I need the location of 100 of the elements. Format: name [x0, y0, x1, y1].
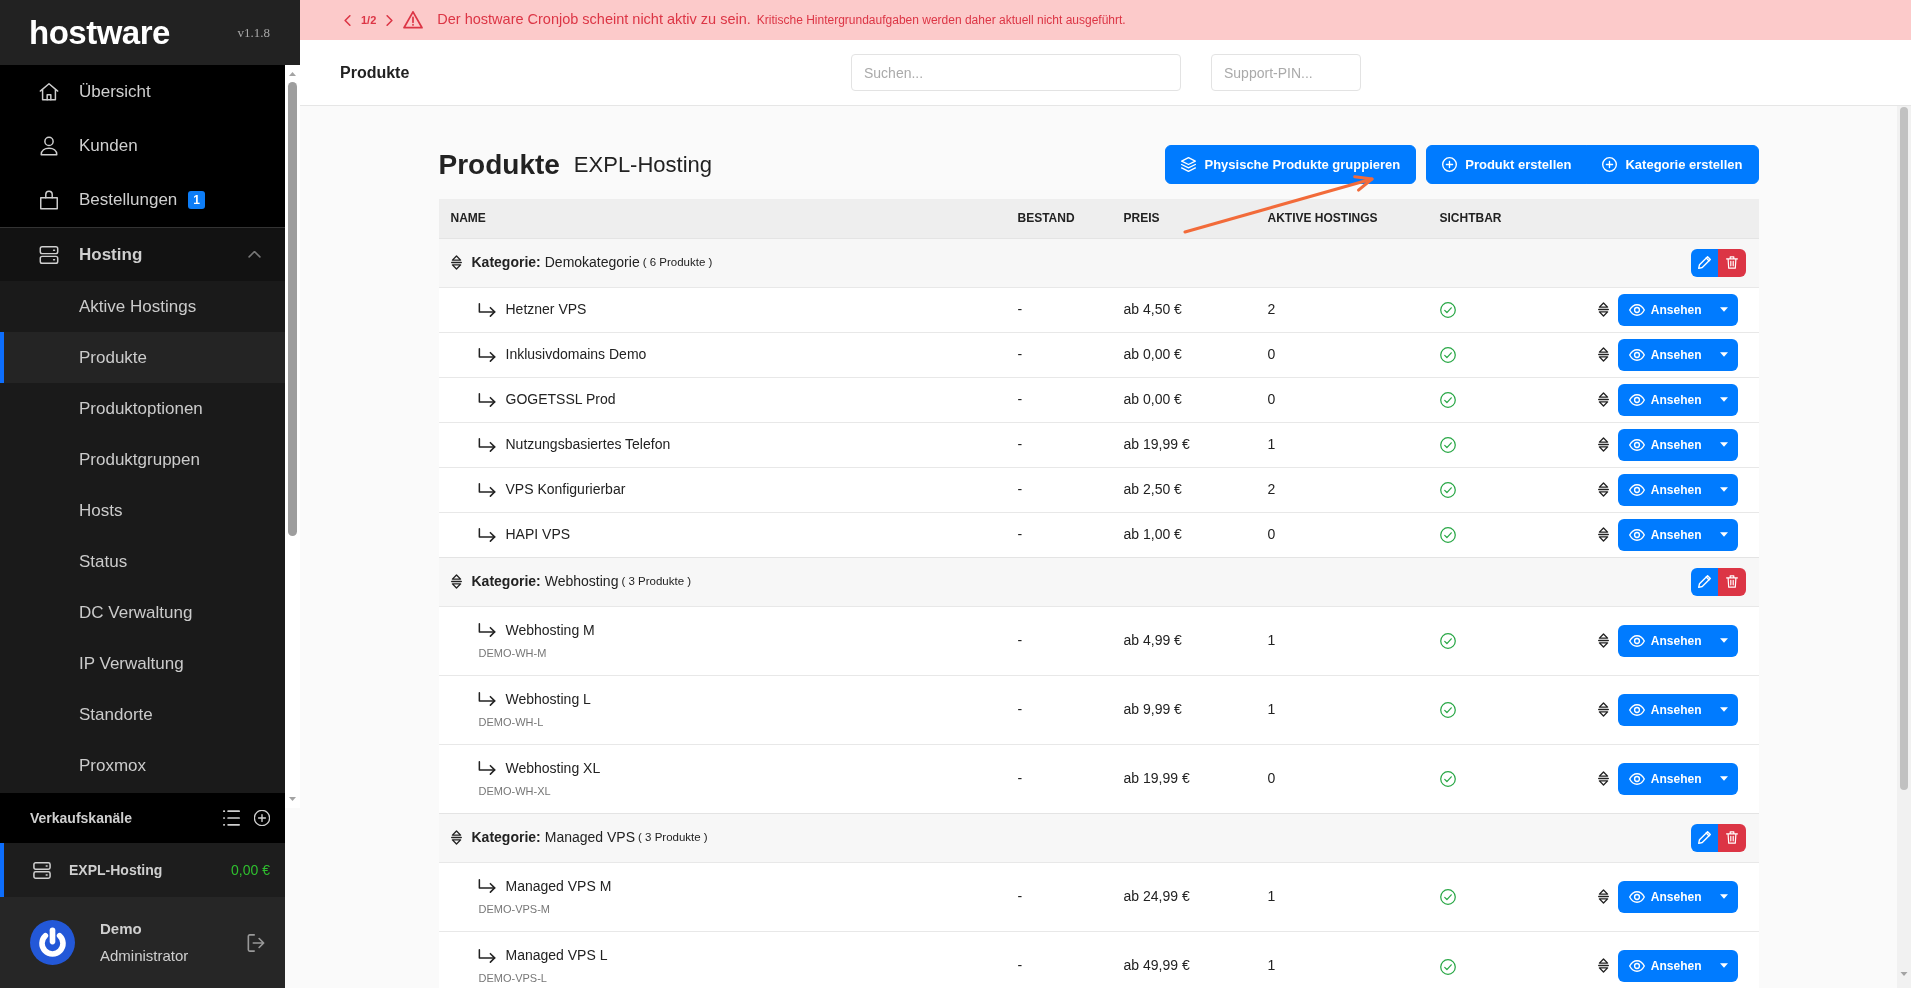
view-button[interactable]: Ansehen: [1617, 762, 1711, 795]
eye-icon: [1628, 634, 1645, 647]
product-name: VPS Konfigurierbar: [505, 480, 626, 499]
dropdown-button[interactable]: [1709, 473, 1738, 506]
product-name: GOGETSSL Prod: [505, 390, 616, 409]
product-count: ( 6 Produkte ): [642, 254, 713, 270]
create-button[interactable]: Kategorie erstellen: [1586, 145, 1759, 184]
column-header: NAME: [438, 199, 1006, 238]
product-name: Webhosting XL: [505, 758, 601, 778]
table-cell: 0: [1255, 332, 1428, 377]
dropdown-button[interactable]: [1709, 624, 1738, 657]
caret-icon: [1719, 352, 1728, 357]
sidebar-item[interactable]: Bestellungen 1: [0, 173, 285, 227]
table-cell: ab 0,00 €: [1111, 377, 1256, 422]
dropdown-button[interactable]: [1709, 949, 1738, 982]
sku-code: DEMO-VPS-L: [477, 971, 548, 986]
list-icon[interactable]: [223, 810, 240, 826]
trash-icon: [1725, 831, 1738, 844]
warning-icon: [403, 11, 424, 29]
sort-icon[interactable]: [1597, 771, 1609, 786]
table-cell: ab 19,99 €: [1111, 744, 1256, 813]
view-button[interactable]: Ansehen: [1617, 293, 1711, 326]
column-header: SICHTBAR: [1427, 199, 1590, 238]
pencil-icon: [1698, 831, 1711, 844]
dropdown-button[interactable]: [1709, 693, 1738, 726]
sort-icon[interactable]: [1597, 347, 1609, 362]
sort-icon[interactable]: [1597, 437, 1609, 452]
caret-icon: [1719, 638, 1728, 643]
category-name: Demokategorie: [544, 253, 640, 272]
sidebar-item[interactable]: Hosting: [0, 227, 285, 281]
dropdown-button[interactable]: [1709, 428, 1738, 461]
category-name: Managed VPS: [544, 828, 636, 847]
support-pin-field[interactable]: Support-PIN...: [1211, 54, 1361, 91]
view-button[interactable]: Ansehen: [1617, 338, 1711, 371]
channel-subtitle: EXPL-Hosting: [573, 153, 713, 176]
view-button[interactable]: Ansehen: [1617, 383, 1711, 416]
table-cell: 1: [1255, 862, 1428, 931]
edit-button[interactable]: [1690, 567, 1719, 596]
table-cell: 0: [1255, 377, 1428, 422]
view-button[interactable]: Ansehen: [1617, 949, 1711, 982]
sidebar-item[interactable]: Kunden: [0, 119, 285, 173]
plus-circle-icon: [1442, 157, 1458, 172]
logout-icon[interactable]: [247, 933, 265, 952]
pencil-icon: [1698, 256, 1711, 269]
column-header: AKTIVE HOSTINGS: [1255, 199, 1428, 238]
product-name: Managed VPS M: [505, 876, 612, 896]
view-button[interactable]: Ansehen: [1617, 518, 1711, 551]
eye-icon: [1628, 483, 1645, 496]
sort-icon[interactable]: [1597, 482, 1609, 497]
chevron-up-icon: [248, 251, 261, 258]
sort-icon[interactable]: [1597, 392, 1609, 407]
table-cell: -: [1005, 512, 1112, 557]
sort-icon[interactable]: [1597, 302, 1609, 317]
sort-icon[interactable]: [1597, 889, 1609, 904]
edit-button[interactable]: [1690, 248, 1719, 277]
sort-icon[interactable]: [450, 574, 462, 589]
view-button[interactable]: Ansehen: [1617, 880, 1711, 913]
home-icon: [38, 81, 60, 103]
trash-icon: [1725, 575, 1738, 588]
delete-button[interactable]: [1717, 567, 1746, 596]
view-button[interactable]: Ansehen: [1617, 693, 1711, 726]
scrollbar[interactable]: [1897, 106, 1911, 988]
dropdown-button[interactable]: [1709, 383, 1738, 416]
sort-icon[interactable]: [450, 830, 462, 845]
view-button[interactable]: Ansehen: [1617, 473, 1711, 506]
sort-icon[interactable]: [1597, 527, 1609, 542]
edit-button[interactable]: [1690, 823, 1719, 852]
table-cell: -: [1005, 606, 1112, 675]
group-products-button[interactable]: Physische Produkte gruppieren: [1165, 145, 1417, 184]
eye-icon: [1628, 703, 1645, 716]
create-button[interactable]: Produkt erstellen: [1426, 145, 1588, 184]
dropdown-button[interactable]: [1709, 338, 1738, 371]
sku-code: DEMO-WH-XL: [477, 783, 552, 799]
caret-icon: [1719, 532, 1728, 537]
return-arrow-icon: [477, 527, 496, 542]
product-name: Hetzner VPS: [505, 300, 587, 319]
plus-circle-icon[interactable]: [254, 810, 270, 826]
sort-icon[interactable]: [450, 255, 462, 270]
view-button[interactable]: Ansehen: [1617, 428, 1711, 461]
sidebar-item[interactable]: Produkte: [0, 332, 285, 383]
user-name: Demo: [100, 919, 143, 939]
sidebar-item[interactable]: Übersicht: [0, 65, 285, 119]
dropdown-button[interactable]: [1709, 293, 1738, 326]
count-badge: 1: [188, 190, 205, 210]
sort-icon[interactable]: [1597, 958, 1609, 974]
table-cell: -: [1005, 467, 1112, 512]
dropdown-button[interactable]: [1709, 880, 1738, 913]
category-label: Kategorie:: [471, 828, 541, 847]
view-button[interactable]: Ansehen: [1617, 624, 1711, 657]
channel-item[interactable]: EXPL-Hosting 0,00 €: [0, 843, 285, 897]
dropdown-button[interactable]: [1709, 762, 1738, 795]
dropdown-button[interactable]: [1709, 518, 1738, 551]
sort-icon[interactable]: [1597, 702, 1609, 717]
chevron-left-icon[interactable]: [344, 14, 351, 26]
sort-icon[interactable]: [1597, 633, 1609, 648]
return-arrow-icon: [477, 302, 496, 317]
search-field[interactable]: Suchen...: [851, 54, 1181, 91]
delete-button[interactable]: [1717, 248, 1746, 277]
chevron-right-icon[interactable]: [386, 14, 394, 26]
delete-button[interactable]: [1717, 823, 1746, 852]
